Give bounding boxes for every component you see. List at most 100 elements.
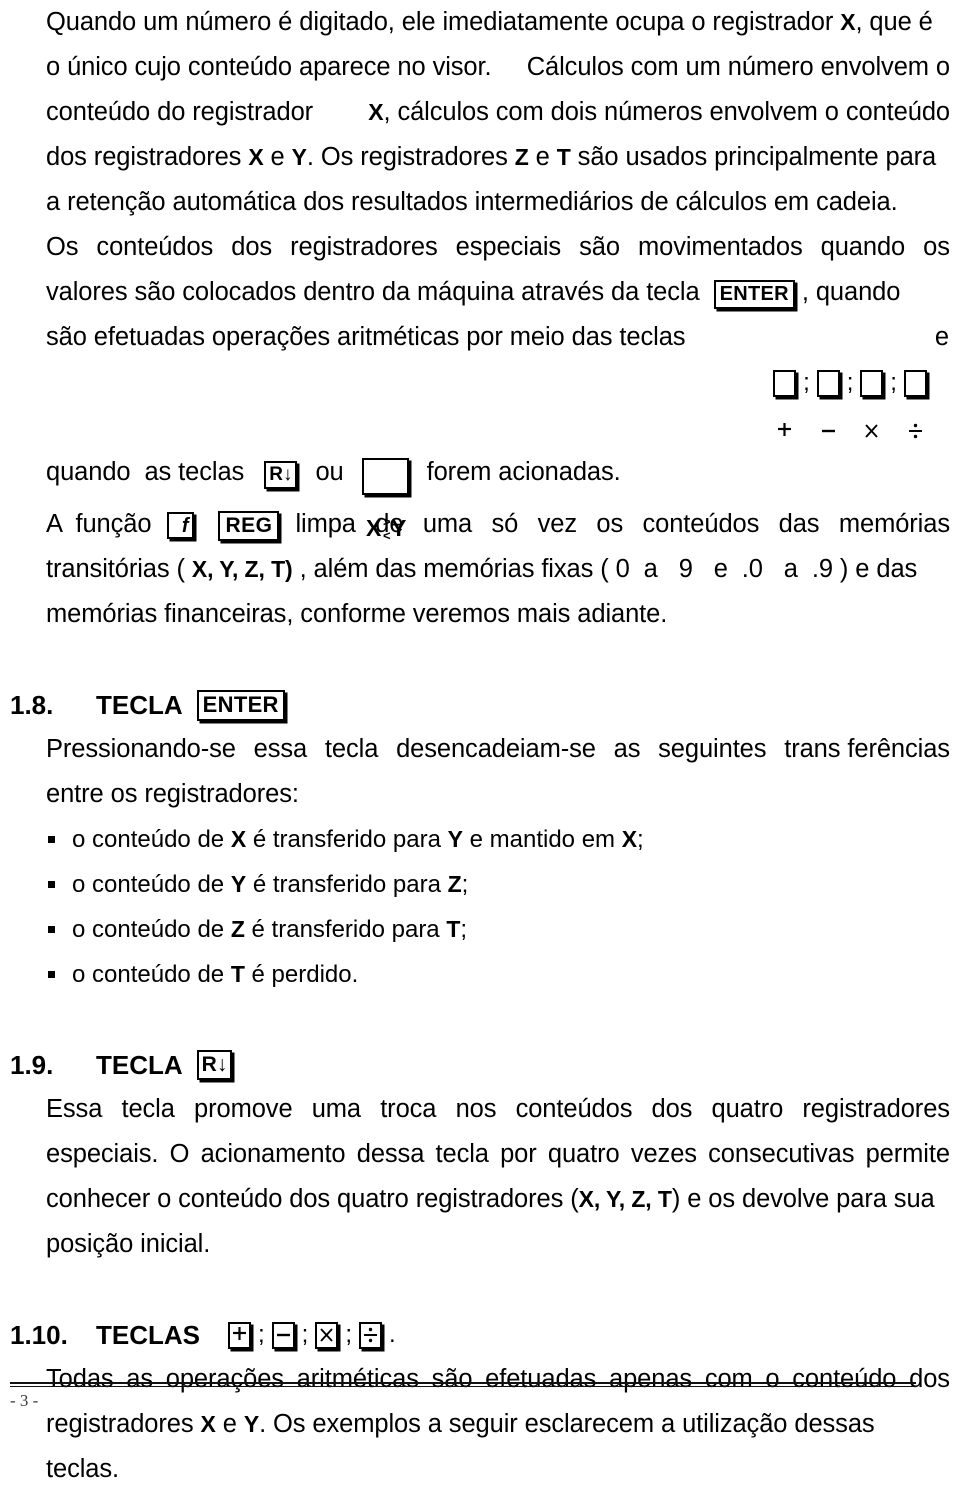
minus-key[interactable]	[816, 370, 840, 433]
vertical-spacer	[10, 637, 950, 683]
line-word: essa	[253, 735, 308, 763]
line-text: é transferido para	[246, 871, 448, 898]
line-text: o conteúdo de	[72, 916, 231, 943]
line-word: tecla	[121, 1095, 175, 1123]
line-word: permite	[865, 1140, 950, 1168]
roll-down-key[interactable]: R↓	[196, 1050, 233, 1080]
times-key[interactable]	[860, 370, 884, 438]
line-text: A função	[46, 510, 152, 538]
line-word: dessa	[356, 1140, 425, 1168]
line-text: e mantido em	[462, 826, 622, 853]
register-target: T	[446, 916, 461, 942]
list-item: o conteúdo de T é perdido.	[10, 952, 950, 997]
register-x: X	[248, 144, 264, 170]
line-word: vez	[537, 510, 577, 538]
register-source: X	[230, 826, 247, 852]
line-text: ou	[315, 458, 344, 486]
section-number: 1.9.	[10, 1050, 54, 1080]
key-separator: ;	[345, 1321, 353, 1348]
line-text: posição inicial.	[46, 1230, 211, 1258]
text-line: teclas.	[46, 1447, 950, 1492]
vertical-spacer	[10, 1267, 950, 1313]
text-line: o único cujo conteúdo aparece no visor. C…	[46, 45, 950, 90]
line-word: são	[579, 233, 620, 261]
section-heading-1-8: 1.8. TECLA ENTER	[10, 683, 950, 727]
roll-down-letter: R	[201, 1053, 217, 1076]
line-word: troca	[380, 1095, 437, 1123]
register-t: T	[556, 144, 571, 170]
transfer-bullet-list: o conteúdo de X é transferido para Y e m…	[10, 817, 950, 997]
line-word: seguintes	[658, 735, 767, 763]
line-word: conteúdos	[96, 233, 214, 261]
text-line: Os conteúdos dos registradores especiais são m…	[46, 225, 950, 270]
f-shift-key[interactable]: f	[167, 512, 195, 539]
text-line: especiais. Oacionamento dessa tecla por quatr…	[46, 1132, 950, 1177]
reg-key[interactable]: REG	[218, 511, 280, 541]
line-word: Essa	[46, 1095, 103, 1123]
section-title: TECLAS	[96, 1320, 200, 1350]
line-word: por	[500, 1140, 537, 1168]
roll-down-letter: R	[269, 464, 283, 485]
line-text: é transferido para	[246, 826, 448, 853]
svg-text:<: <	[383, 528, 391, 543]
line-text: e	[934, 323, 949, 351]
line-word: especiais	[455, 233, 562, 261]
text-line: conhecer o conteúdo dos quatro registrad…	[46, 1177, 950, 1222]
register-source: T	[230, 961, 245, 987]
page-footer: - 3 -	[10, 1382, 940, 1411]
line-text: ;	[637, 826, 644, 853]
register-group-xyzt: X, Y, Z, T)	[191, 556, 293, 582]
enter-key[interactable]: ENTER	[196, 689, 285, 721]
roll-down-key[interactable]: R↓	[264, 461, 298, 489]
x-exchange-y-key[interactable]: X > < Y	[361, 458, 409, 543]
line-text: valores são colocados dentro da máquina …	[46, 278, 700, 306]
minus-key[interactable]	[271, 1322, 295, 1350]
text-line: a retenção automática dos resultados int…	[46, 180, 950, 225]
register-source: Y	[230, 871, 247, 897]
text-line: Essa tecla promove uma troca nos conteúdos dos q…	[46, 1087, 950, 1132]
plus-key[interactable]	[228, 1322, 251, 1350]
line-text: X, cálculos com dois números envolvem o …	[368, 98, 950, 126]
plus-key[interactable]	[773, 370, 797, 437]
text-line: valores são colocados dentro da máquina …	[46, 270, 950, 315]
divide-key[interactable]	[903, 370, 927, 439]
text-line: A função f REG limpa de uma só vez os conteúdo…	[46, 502, 950, 547]
text-line: entre os registradores:	[46, 772, 950, 817]
line-word: conteúdos	[642, 510, 760, 538]
text-line: Quando um número é digitado, ele imediat…	[46, 0, 950, 45]
line-word: quatro	[711, 1095, 784, 1123]
line-text: o conteúdo de	[72, 871, 231, 898]
register-x: X	[368, 99, 384, 125]
line-word: das	[778, 510, 820, 538]
down-arrow-icon: ↓	[216, 1053, 228, 1076]
register-kept: X	[621, 826, 638, 852]
text-line: conteúdo do registrador X, cálculos com …	[46, 90, 950, 135]
line-text: .	[351, 961, 359, 988]
page-number: - 3 -	[10, 1391, 39, 1410]
line-word: uma	[311, 1095, 362, 1123]
paragraph-rolldown-description: Essa tecla promove uma troca nos conteúdos dos q…	[10, 1087, 950, 1267]
line-word: dos	[231, 233, 273, 261]
times-key[interactable]	[315, 1322, 339, 1350]
line-word: vezes	[630, 1140, 697, 1168]
down-arrow-icon: ↓	[282, 464, 293, 485]
line-word: Pressionando-se	[46, 735, 236, 763]
line-word: os	[923, 233, 950, 261]
line-text: memórias financeiras, conforme veremos m…	[46, 600, 668, 628]
divide-key[interactable]	[359, 1322, 383, 1350]
enter-key[interactable]: ENTER	[713, 280, 795, 309]
line-word: nos	[455, 1095, 497, 1123]
line-word: trans ferências	[784, 735, 950, 763]
line-text: Quando um número é digitado, ele imediat…	[46, 8, 841, 36]
line-text: ) e os devolve para sua	[671, 1185, 935, 1213]
line-text: ;	[460, 916, 468, 943]
line-text: são efetuadas operações aritméticas por …	[46, 323, 686, 351]
section-number: 1.10.	[10, 1320, 68, 1350]
line-word: Os	[46, 233, 79, 261]
line-word: quando	[820, 233, 906, 261]
line-word: consecutivas	[708, 1140, 855, 1168]
section-title: TECLA	[96, 690, 183, 720]
register-target: Y	[447, 826, 463, 852]
list-item: o conteúdo de Z é transferido para T;	[10, 907, 950, 952]
bullet-square-icon	[48, 926, 55, 933]
